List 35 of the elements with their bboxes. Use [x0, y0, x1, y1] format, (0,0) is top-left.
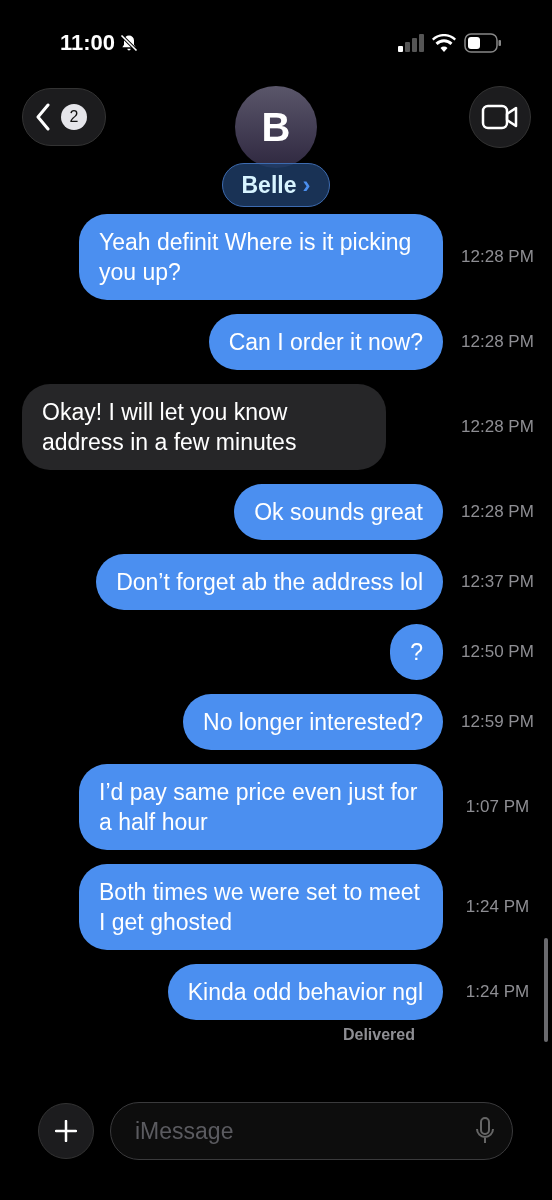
message-time: 1:24 PM — [464, 897, 531, 917]
message-time: 1:07 PM — [464, 797, 531, 817]
wifi-icon — [432, 34, 456, 52]
chevron-left-icon — [35, 103, 51, 131]
back-button[interactable]: 2 — [22, 88, 106, 146]
contact-name[interactable]: Belle › — [222, 163, 330, 207]
sent-message-bubble: Yeah definit Where is it picking you up? — [79, 214, 443, 300]
sent-message-bubble: Ok sounds great — [234, 484, 443, 540]
plus-icon — [55, 1120, 77, 1142]
sent-message-bubble: Kinda odd behavior ngl — [167, 964, 443, 1020]
sent-message-bubble: Both times we were set to meet I get ghosted — [79, 864, 443, 950]
message-time: 12:50 PM — [460, 642, 535, 662]
message-input-field[interactable]: iMessage — [133, 1116, 476, 1146]
message-time: 12:59 PM — [460, 712, 535, 732]
sent-message-bubble: No longer interested? — [183, 694, 443, 750]
status-time: 11:00 — [60, 30, 116, 56]
battery-icon — [464, 33, 502, 53]
message-time: 12:28 PM — [460, 332, 535, 352]
message-time: 12:28 PM — [460, 417, 535, 437]
unread-badge: 2 — [61, 104, 87, 130]
sent-message-bubble: Can I order it now? — [208, 314, 443, 370]
sent-message-bubble: ? — [390, 624, 443, 680]
microphone-icon[interactable] — [476, 1117, 494, 1145]
message-time: 12:37 PM — [460, 572, 535, 592]
sent-message-bubble: Don’t forget ab the address lol — [96, 554, 443, 610]
delivery-status: Delivered — [342, 1026, 415, 1044]
sent-message-bubble: I’d pay same price even just for a half hour — [79, 764, 443, 850]
signal-icon — [398, 34, 424, 52]
received-message-bubble: Okay! I will let you know address in a few minutes — [22, 384, 386, 470]
message-field[interactable]: iMessage — [110, 1102, 513, 1160]
message-time: 1:24 PM — [464, 982, 531, 1002]
message-time: 12:28 PM — [460, 502, 535, 522]
add-button[interactable] — [38, 1103, 94, 1159]
video-camera-icon — [481, 104, 519, 130]
message-time: 12:28 PM — [460, 247, 535, 267]
